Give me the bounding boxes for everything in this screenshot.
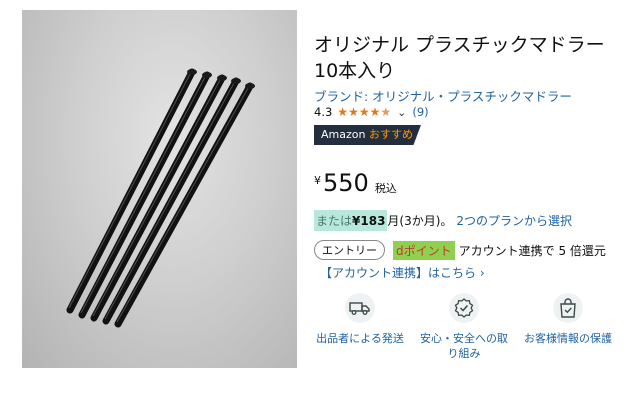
feature-label: 出品者による発送 — [316, 332, 404, 345]
secure-bag-icon — [553, 293, 583, 323]
badge-prefix: Amazon — [321, 128, 369, 141]
installment-suffix: 月(3か月)。 — [387, 214, 453, 228]
star-icon: ★ — [358, 105, 370, 119]
installment-plans-link[interactable]: 2つのプランから選択 — [456, 212, 572, 229]
account-link[interactable]: 【アカウント連携】はこちら › — [320, 264, 485, 281]
rating-row[interactable]: 4.3 ★ ★ ★ ★ ★ ⌄ (9) — [314, 105, 429, 119]
star-icon: ★ — [337, 105, 349, 119]
stirrers-illustration — [66, 68, 255, 328]
rating-stars[interactable]: ★ ★ ★ ★ ★ — [337, 106, 391, 118]
points-row: エントリー dポイント アカウント連携で 5 倍還元 — [314, 240, 606, 260]
installment-row: または¥183 月(3か月)。 2つのプランから選択 — [314, 210, 572, 231]
star-icon: ★ — [369, 105, 381, 119]
rating-value: 4.3 — [314, 105, 333, 119]
product-image[interactable] — [22, 10, 297, 368]
entry-tag: エントリー — [314, 240, 385, 260]
dpoint-badge: dポイント — [393, 240, 455, 260]
product-page: オリジナル プラスチックマドラー10本入り ブランド: オリジナル・プラスチック… — [20, 0, 620, 402]
installment-amount: ¥183 — [352, 214, 386, 228]
price-amount: 550 — [323, 169, 369, 197]
feature-privacy[interactable]: お客様情報の保護 — [522, 293, 614, 346]
price-currency: ¥ — [314, 174, 321, 187]
badge-accent: おすすめ — [368, 128, 413, 141]
chevron-down-icon[interactable]: ⌄ — [397, 106, 406, 119]
price: ¥ 550 税込 — [314, 170, 397, 196]
feature-icons: 出品者による発送 安心・安全への取り組み お客様情報の保護 — [314, 293, 620, 363]
feature-label: お客様情報の保護 — [524, 332, 612, 345]
installment-highlight: または¥183 — [314, 210, 388, 231]
installment-prefix: または — [316, 214, 353, 228]
security-badge-icon — [449, 293, 479, 323]
delivery-truck-icon — [345, 293, 375, 323]
product-title: オリジナル プラスチックマドラー10本入り — [314, 34, 605, 82]
review-count-link[interactable]: (9) — [412, 105, 428, 119]
feature-shipping[interactable]: 出品者による発送 — [314, 293, 406, 346]
feature-label: 安心・安全への取り組み — [420, 332, 508, 360]
points-text: アカウント連携で 5 倍還元 — [458, 243, 606, 258]
brand-link[interactable]: ブランド: オリジナル・プラスチックマドラー — [314, 86, 572, 105]
tax-label: 税込 — [374, 182, 397, 195]
star-icon: ★ — [348, 105, 359, 119]
amazon-recommended-badge: Amazon おすすめ — [314, 125, 421, 145]
half-star-icon: ★ — [380, 105, 392, 119]
feature-security[interactable]: 安心・安全への取り組み — [418, 293, 510, 361]
